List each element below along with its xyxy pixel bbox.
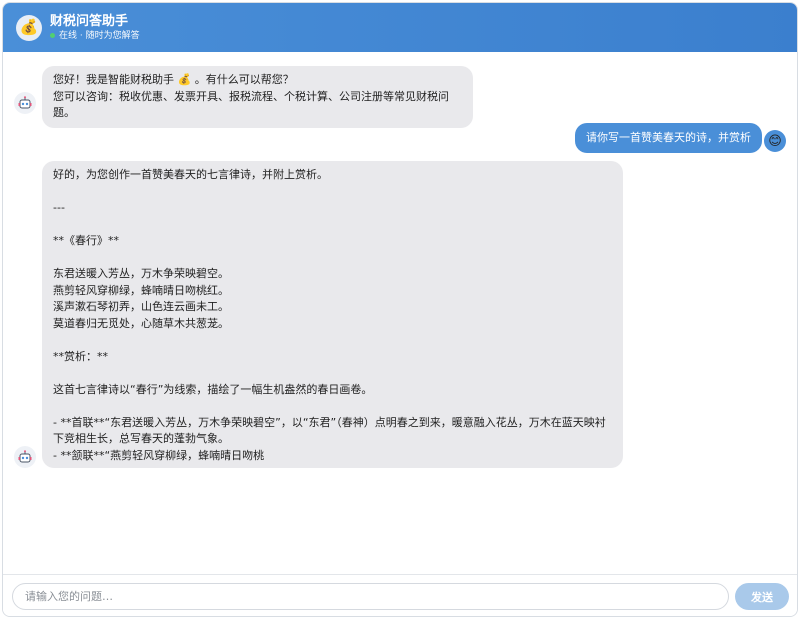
status-line: 在线 · 随时为您解答 bbox=[50, 30, 140, 42]
online-status-dot bbox=[50, 33, 55, 38]
chat-header: 💰 财税问答助手 在线 · 随时为您解答 bbox=[3, 3, 797, 52]
user-message-bubble: 请你写一首赞美春天的诗，并赏析 bbox=[575, 123, 762, 153]
question-input[interactable] bbox=[12, 583, 729, 610]
bot-message-bubble: 您好！我是智能财税助手 💰 。有什么可以帮您？ 您可以咨询：税收优惠、发票开具、… bbox=[42, 66, 473, 128]
message-list[interactable]: 您好！我是智能财税助手 💰 。有什么可以帮您？ 您可以咨询：税收优惠、发票开具、… bbox=[3, 52, 797, 574]
header-text: 财税问答助手 在线 · 随时为您解答 bbox=[50, 14, 140, 42]
bot-message-bubble: 好的，为您创作一首赞美春天的七言律诗，并附上赏析。 --- **《春行》** 东… bbox=[42, 161, 623, 468]
status-text: 在线 · 随时为您解答 bbox=[59, 30, 140, 41]
money-bag-icon: 💰 bbox=[16, 14, 42, 41]
page-title: 财税问答助手 bbox=[50, 13, 129, 29]
input-bar: 发送 bbox=[3, 574, 797, 616]
robot-icon bbox=[14, 92, 36, 114]
smiley-face-icon: 😊 bbox=[764, 130, 786, 152]
chat-window: 💰 财税问答助手 在线 · 随时为您解答 您好！我是智能财税助手 💰 。有什么可… bbox=[2, 2, 798, 617]
send-button[interactable]: 发送 bbox=[735, 583, 789, 610]
robot-icon bbox=[14, 446, 36, 468]
